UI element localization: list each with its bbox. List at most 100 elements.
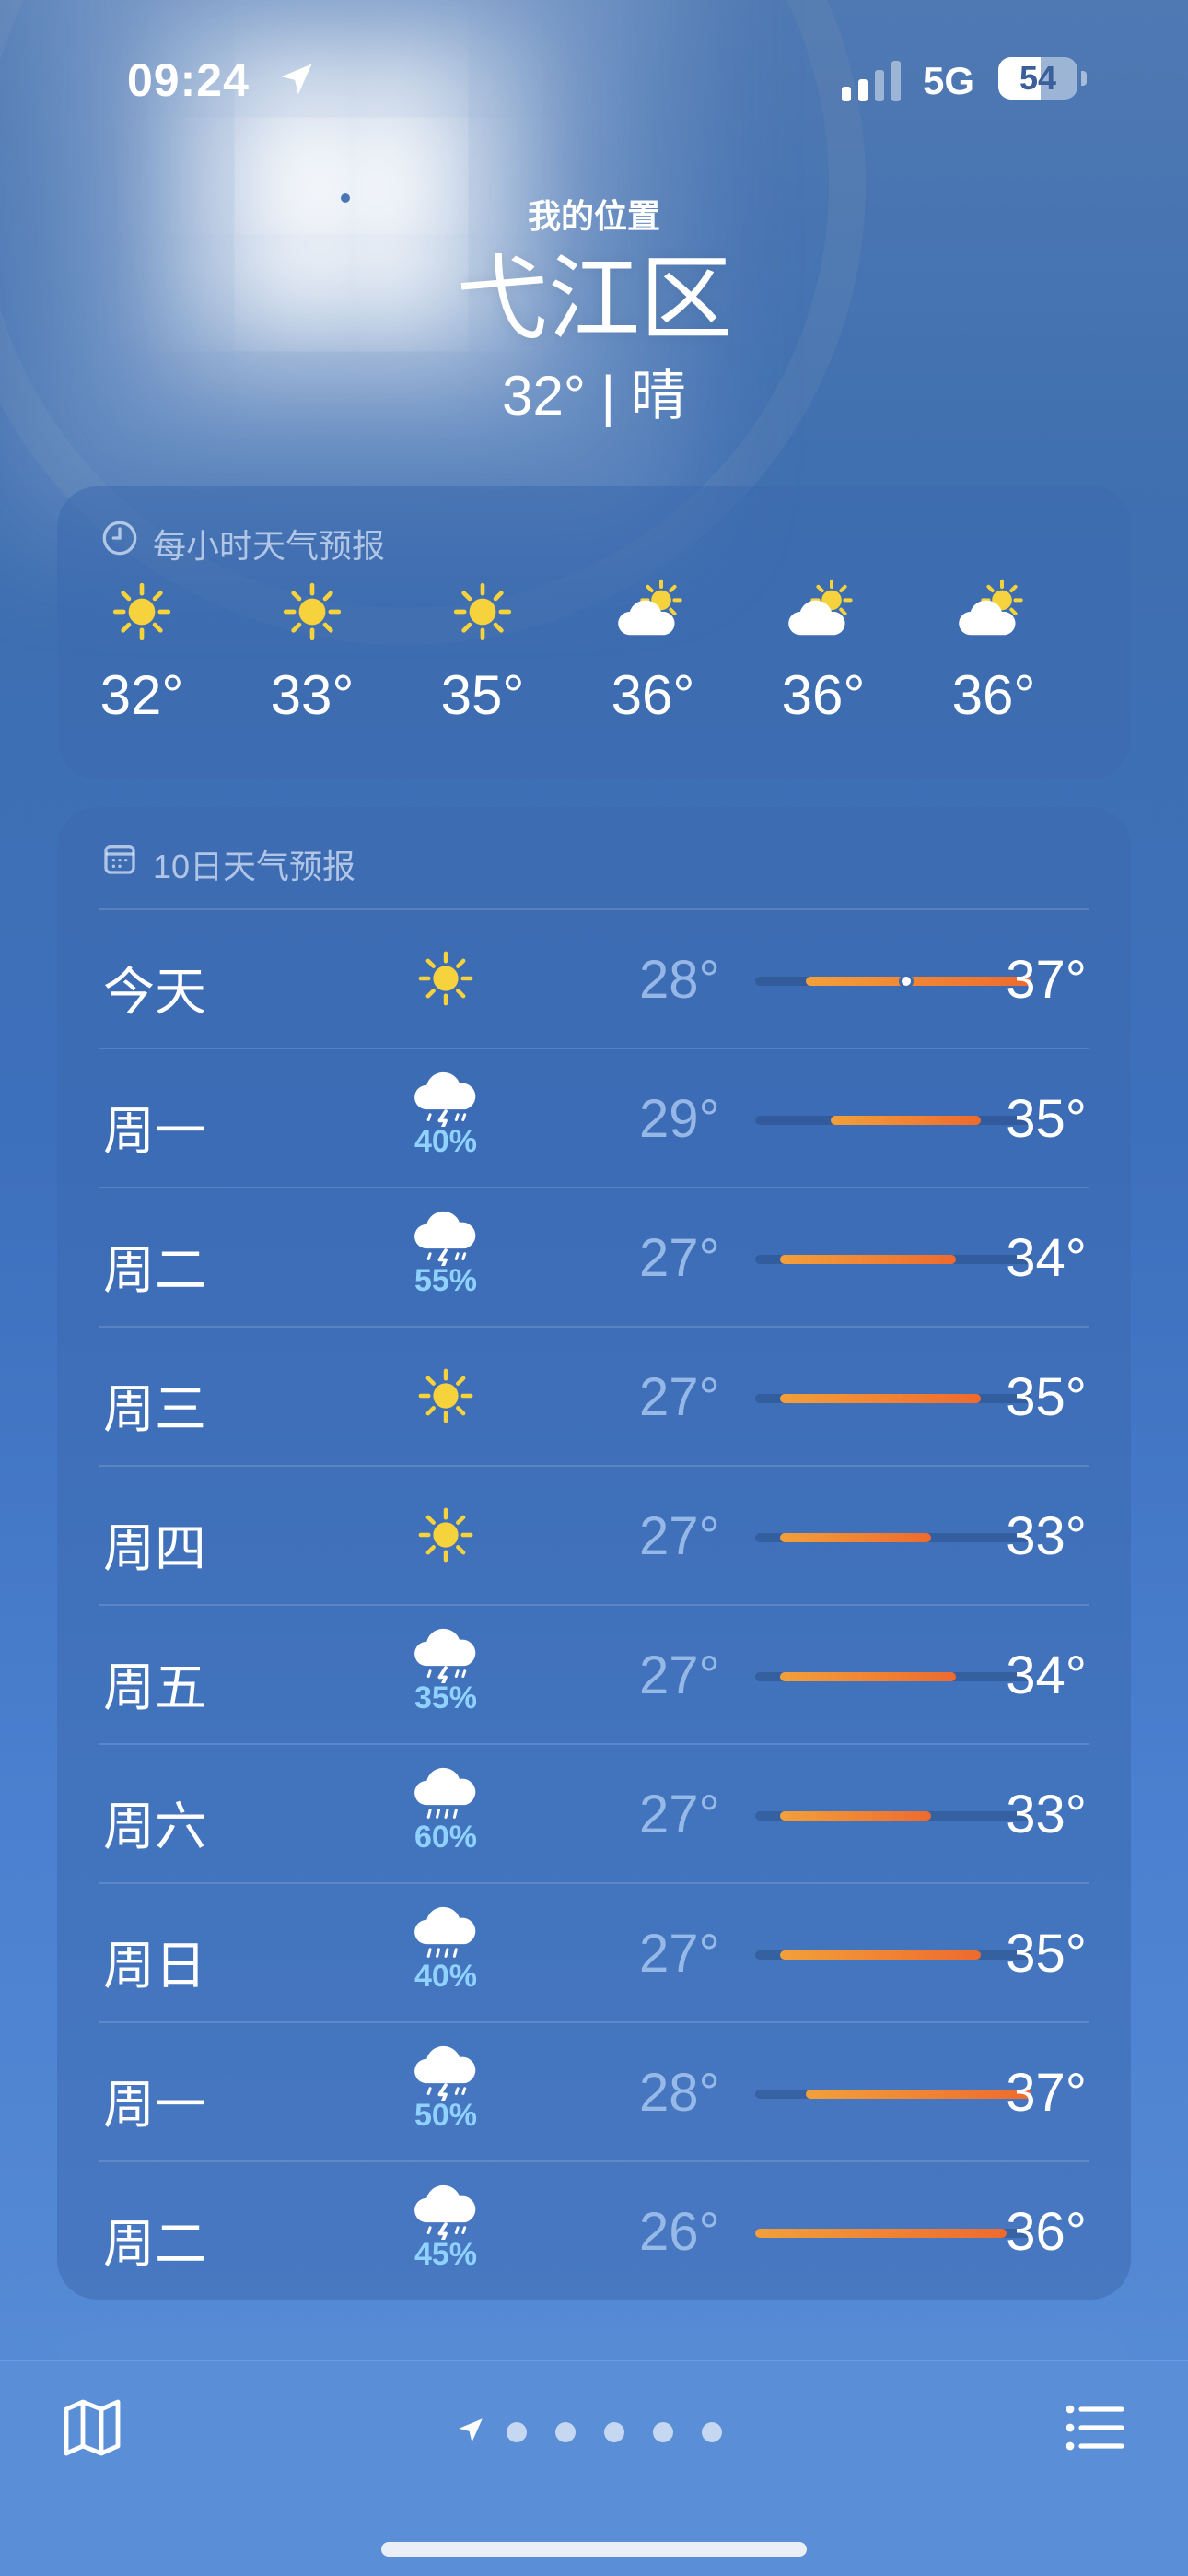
network-label: 5G xyxy=(923,59,975,102)
low-temp: 27° xyxy=(639,1228,720,1288)
temperature-range-fill xyxy=(780,1255,957,1264)
low-temp: 27° xyxy=(639,1645,720,1705)
precipitation-chance: 45% xyxy=(413,2237,478,2272)
battery-tip xyxy=(1081,71,1087,86)
thunderstorm-icon: 50% xyxy=(390,2042,501,2143)
location-header: 我的位置 弋江区 32° | 晴 xyxy=(0,193,1188,433)
hourly-temp: 35° xyxy=(440,664,525,726)
thunderstorm-icon: 40% xyxy=(390,1068,501,1169)
page-dot[interactable] xyxy=(507,2422,527,2442)
location-arrow-icon xyxy=(281,64,312,95)
high-temp: 37° xyxy=(1006,950,1087,1010)
temperature-range-fill xyxy=(805,977,1031,986)
sun-icon xyxy=(409,579,556,645)
temperature-range-fill xyxy=(780,1394,982,1403)
temperature-range-bar xyxy=(755,974,1031,989)
day-name: 周日 xyxy=(103,1937,206,1995)
current-temp-marker xyxy=(898,974,914,989)
hourly-temp: 32° xyxy=(99,664,184,726)
high-temp: 34° xyxy=(1006,1228,1087,1288)
precipitation-chance: 55% xyxy=(413,1263,478,1298)
sun-icon xyxy=(390,1364,501,1466)
precipitation-chance: 40% xyxy=(413,1124,478,1159)
daily-row[interactable]: 周五 35% 27° 34° xyxy=(99,1604,1089,1743)
rain-icon: 60% xyxy=(390,1763,501,1865)
page-dot[interactable] xyxy=(653,2422,673,2442)
day-name: 今天 xyxy=(103,963,206,1021)
day-name: 周六 xyxy=(103,1797,206,1856)
daily-row[interactable]: 周一 50% 28° 37° xyxy=(99,2021,1089,2160)
current-conditions: 32° | 晴 xyxy=(502,365,686,427)
temperature-range-fill xyxy=(755,2229,1007,2238)
low-temp: 27° xyxy=(639,1367,720,1427)
day-name: 周二 xyxy=(103,2215,206,2273)
temperature-range-bar xyxy=(755,2090,1031,2099)
precipitation-chance: 50% xyxy=(413,2098,478,2133)
temperature-range-fill xyxy=(780,1950,982,1960)
day-name: 周五 xyxy=(103,1658,206,1716)
rain-icon: 40% xyxy=(390,1903,501,2004)
bottom-toolbar xyxy=(0,2360,1188,2576)
map-icon[interactable] xyxy=(59,2395,125,2461)
hourly-item: 35° xyxy=(409,579,556,727)
low-temp: 27° xyxy=(639,1506,720,1566)
hourly-temp: 36° xyxy=(951,664,1036,726)
temperature-range-fill xyxy=(780,1533,931,1542)
page-indicator[interactable] xyxy=(455,2411,750,2448)
partly-cloudy-icon xyxy=(920,579,1067,645)
battery-level: 54 xyxy=(1019,59,1057,97)
hourly-item: 36° xyxy=(579,579,727,727)
low-temp: 27° xyxy=(639,1785,720,1844)
daily-row[interactable]: 周三 27° 35° xyxy=(99,1326,1089,1465)
high-temp: 33° xyxy=(1006,1785,1087,1844)
temperature-range-bar xyxy=(755,1394,1031,1403)
temperature-range-bar xyxy=(755,1533,1031,1542)
low-temp: 29° xyxy=(639,1089,720,1149)
low-temp: 26° xyxy=(639,2202,720,2262)
sun-icon xyxy=(390,947,501,1048)
home-indicator[interactable] xyxy=(381,2542,807,2557)
temperature-range-bar xyxy=(755,1811,1031,1821)
partly-cloudy-icon xyxy=(579,579,727,645)
thunderstorm-icon: 35% xyxy=(390,1624,501,1726)
daily-row[interactable]: 周一 40% 29° 35° xyxy=(99,1048,1089,1187)
day-name: 周一 xyxy=(103,1102,206,1160)
page-dot[interactable] xyxy=(702,2422,722,2442)
page-dot[interactable] xyxy=(555,2422,576,2442)
daily-row[interactable]: 周二 55% 27° 34° xyxy=(99,1187,1089,1326)
sun-icon xyxy=(390,1504,501,1605)
temperature-range-fill xyxy=(780,1672,957,1681)
daily-forecast-card[interactable]: 10日天气预报 今天 28° 37° 周一 40% 29° 35° 周二 55% 27° 34°… xyxy=(57,807,1131,2300)
daily-row[interactable]: 周日 40% 27° 35° xyxy=(99,1882,1089,2021)
page-dot[interactable] xyxy=(604,2422,624,2442)
hourly-temp: 33° xyxy=(270,664,355,726)
daily-row[interactable]: 今天 28° 37° xyxy=(99,908,1089,1048)
day-name: 周一 xyxy=(103,2076,206,2134)
temperature-range-bar xyxy=(755,2229,1031,2238)
day-name: 周二 xyxy=(103,1241,206,1299)
high-temp: 34° xyxy=(1006,1645,1087,1705)
temperature-range-bar xyxy=(755,1116,1031,1125)
high-temp: 37° xyxy=(1006,2063,1087,2123)
precipitation-chance: 35% xyxy=(413,1680,478,1715)
location-arrow-icon xyxy=(459,2418,483,2442)
temperature-range-fill xyxy=(830,1116,982,1125)
location-label: 我的位置 xyxy=(527,197,660,235)
sun-icon xyxy=(239,579,386,645)
hourly-forecast-card[interactable]: 每小时天气预报 32° 33° 35° 36° 36° 36° xyxy=(57,486,1131,779)
hourly-title: 每小时天气预报 xyxy=(153,527,386,565)
high-temp: 35° xyxy=(1006,1924,1087,1984)
battery-icon: 54 xyxy=(998,57,1077,100)
high-temp: 33° xyxy=(1006,1506,1087,1566)
daily-row[interactable]: 周四 27° 33° xyxy=(99,1465,1089,1604)
status-time: 09:24 xyxy=(127,54,250,106)
day-name: 周三 xyxy=(103,1380,206,1438)
day-name: 周四 xyxy=(103,1519,206,1577)
city-name: 弋江区 xyxy=(456,248,732,351)
daily-row[interactable]: 周六 60% 27° 33° xyxy=(99,1743,1089,1882)
temperature-range-fill xyxy=(805,2090,1031,2099)
list-icon[interactable] xyxy=(1061,2395,1127,2461)
thunderstorm-icon: 55% xyxy=(390,1207,501,1308)
daily-row[interactable]: 周二 45% 26° 36° xyxy=(99,2160,1089,2300)
high-temp: 35° xyxy=(1006,1089,1087,1149)
